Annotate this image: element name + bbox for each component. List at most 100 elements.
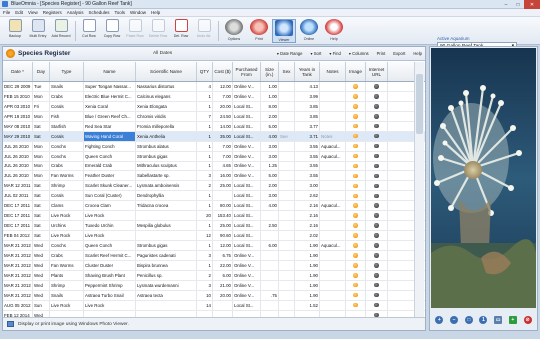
cell-image[interactable]	[346, 101, 366, 111]
cell-day[interactable]: Sat	[33, 231, 50, 240]
cell-qty[interactable]: 3	[197, 250, 213, 260]
cell-scientific-name[interactable]: Mespilia globulus	[136, 221, 197, 231]
image-icon[interactable]	[353, 302, 358, 308]
cell-years-in-tank[interactable]: 2.16	[295, 211, 320, 221]
cell-sex[interactable]	[279, 171, 295, 181]
column-header-name[interactable]: Name	[84, 62, 136, 81]
column-header-sex[interactable]: Sex	[279, 62, 295, 81]
menu-window[interactable]: Window	[130, 10, 146, 15]
cell-scientific-name[interactable]	[136, 231, 197, 240]
column-header-purchased-from[interactable]: Purchased From	[233, 62, 261, 81]
image-icon[interactable]	[353, 94, 358, 99]
cell-notes[interactable]	[320, 250, 346, 260]
paste-row-button[interactable]: Paste Row	[124, 19, 146, 43]
cell-size[interactable]	[261, 260, 279, 270]
cell-scientific-name[interactable]: Astraea tecta	[136, 290, 197, 300]
cell-type[interactable]: Shrimp	[50, 181, 84, 191]
cell-name[interactable]: Scarlet Skunk Cleaner...	[84, 181, 136, 191]
table-row[interactable]: FEB 04 2012 Sat Live Rock Live Rock 12 90.60 L…	[3, 231, 425, 241]
cell-notes[interactable]	[320, 280, 346, 290]
cell-scientific-name[interactable]: Mithraculus sculptus	[136, 161, 197, 171]
cell-years-in-tank[interactable]: 3.71	[295, 131, 320, 141]
cell-day[interactable]: Mon	[33, 161, 50, 171]
cell-date[interactable]: JUL 02 2011	[3, 191, 33, 201]
cell-size[interactable]: 5.00	[261, 121, 279, 131]
cell-notes[interactable]	[320, 91, 346, 101]
cell-type[interactable]: Live Rock	[50, 231, 84, 240]
menu-tools[interactable]: Tools	[115, 10, 126, 15]
cell-type[interactable]: Conchs	[50, 141, 84, 151]
cell-qty[interactable]: 2	[197, 270, 213, 280]
cell-purchased-from[interactable]: Local St...	[233, 211, 261, 221]
image-icon[interactable]	[353, 243, 358, 248]
cell-cost[interactable]	[213, 191, 233, 201]
cell-name[interactable]: Electric Blue Hermit C...	[84, 91, 136, 101]
cell-day[interactable]: Tue	[33, 82, 50, 91]
column-header-qty[interactable]: QTY	[197, 62, 213, 81]
cell-purchased-from[interactable]: Local St...	[233, 241, 261, 250]
table-row[interactable]: JUL 26 2010 Mon Fan Worms Feather Duster Sab…	[3, 171, 425, 182]
multi-entry-button[interactable]: Multi Entry	[27, 19, 49, 43]
cell-name[interactable]: Blue / Green Reef Ch...	[84, 111, 136, 121]
cell-type[interactable]: Live Rock	[50, 211, 84, 221]
options-button[interactable]: Options	[222, 19, 246, 43]
cell-sex[interactable]	[279, 121, 295, 131]
cell-qty[interactable]: 1	[197, 161, 213, 171]
image-icon[interactable]	[353, 193, 358, 199]
register-help-button[interactable]: Help	[413, 51, 422, 56]
cell-notes[interactable]: Aquacul...	[320, 151, 346, 161]
cell-internet-url[interactable]	[366, 250, 388, 260]
cell-purchased-from[interactable]: Local St...	[233, 101, 261, 111]
cell-qty[interactable]: 12	[197, 231, 213, 240]
cell-size[interactable]: 2.00	[261, 181, 279, 191]
cell-sex[interactable]	[279, 181, 295, 191]
add-record-button[interactable]: Add Record	[50, 19, 72, 43]
cell-name[interactable]: Live Rock	[84, 231, 136, 240]
menu-edit[interactable]: Edit	[15, 10, 23, 15]
cell-qty[interactable]: 1	[197, 141, 213, 151]
cell-years-in-tank[interactable]: 1.90	[295, 250, 320, 260]
cell-cost[interactable]: 22.00	[213, 260, 233, 270]
globe-link-icon[interactable]	[374, 173, 379, 179]
cell-cost[interactable]: 6.75	[213, 250, 233, 260]
cell-cost[interactable]: 24.50	[213, 111, 233, 121]
cell-image[interactable]	[346, 221, 366, 231]
cell-image[interactable]	[346, 250, 366, 260]
cell-type[interactable]: Corals	[50, 131, 84, 141]
cell-type[interactable]: Conchs	[50, 151, 84, 161]
cell-name[interactable]: Red Sea Star	[84, 121, 136, 131]
cell-image[interactable]	[346, 161, 366, 171]
cell-date[interactable]: MAR 21 2012	[3, 260, 33, 270]
image-icon[interactable]	[353, 173, 358, 179]
cell-qty[interactable]: 1	[197, 131, 213, 141]
cell-years-in-tank[interactable]: 3.85	[295, 101, 320, 111]
copy-row-button[interactable]: Copy Row	[101, 19, 123, 43]
cell-cost[interactable]: 7.00	[213, 141, 233, 151]
cell-size[interactable]	[261, 211, 279, 221]
cell-image[interactable]	[346, 241, 366, 250]
cell-internet-url[interactable]	[366, 300, 388, 310]
add-image-icon[interactable]: +	[508, 316, 517, 324]
cell-purchased-from[interactable]: Online V...	[233, 260, 261, 270]
cell-type[interactable]: Crabs	[50, 250, 84, 260]
cell-cost[interactable]: 25.00	[213, 221, 233, 231]
cell-scientific-name[interactable]: Dendrophyllia	[136, 191, 197, 201]
cell-type[interactable]: Crabs	[50, 161, 84, 171]
cell-purchased-from[interactable]: Local St...	[233, 111, 261, 121]
cell-name-editor[interactable]: Waving Hand Coral	[84, 131, 136, 141]
globe-link-icon[interactable]	[374, 233, 379, 238]
cut-row-button[interactable]: Cut Row	[78, 19, 100, 43]
image-icon[interactable]	[353, 292, 358, 298]
cell-sex[interactable]	[279, 101, 295, 111]
cell-size[interactable]: 5.00	[261, 171, 279, 181]
image-icon[interactable]	[353, 104, 358, 109]
table-row[interactable]: FEB 15 2010 Mon Crabs Electric Blue Hermit …	[3, 91, 425, 102]
cell-sex[interactable]	[279, 151, 295, 161]
cell-image[interactable]	[346, 211, 366, 221]
cell-purchased-from[interactable]: Local St...	[233, 121, 261, 131]
cell-image[interactable]	[346, 231, 366, 240]
cell-years-in-tank[interactable]: 1.90	[295, 260, 320, 270]
cell-date[interactable]: FEB 15 2010	[3, 91, 33, 101]
cell-day[interactable]: Mon	[33, 171, 50, 181]
cell-internet-url[interactable]	[366, 151, 388, 161]
